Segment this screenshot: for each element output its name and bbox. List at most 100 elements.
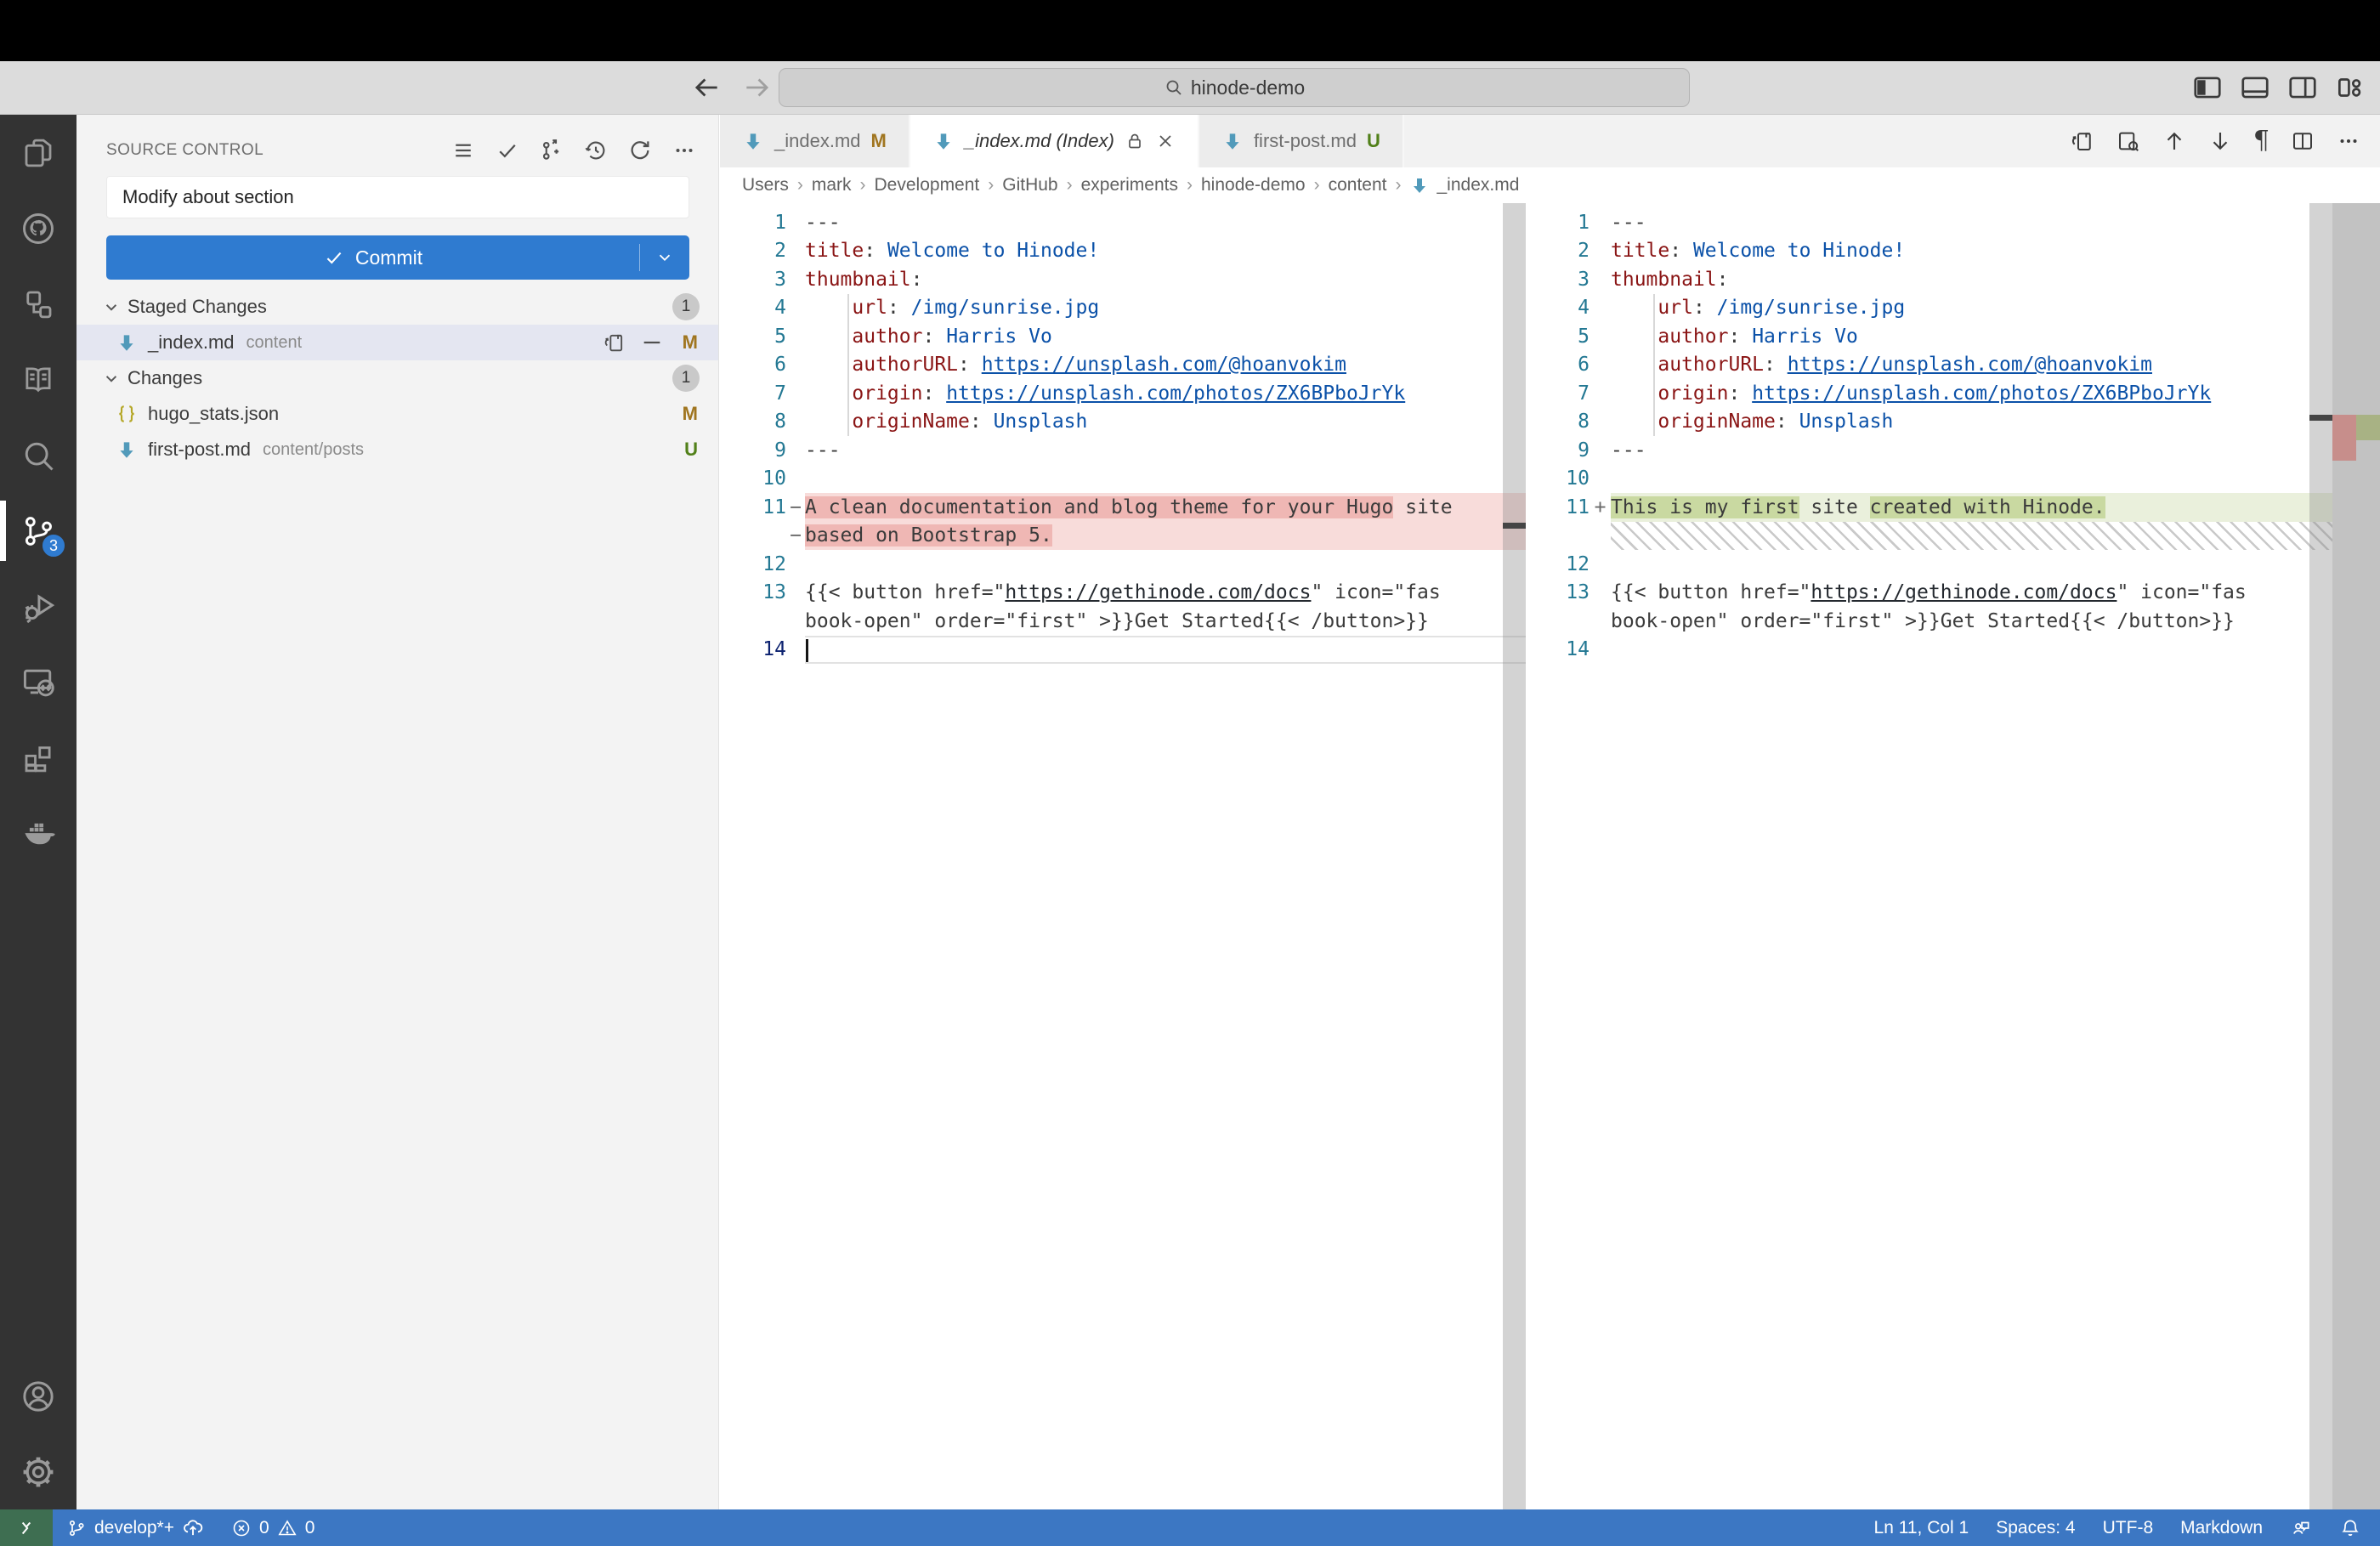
create-branch-icon[interactable]	[539, 138, 564, 163]
code-line[interactable]: 6 authorURL: https://unsplash.com/@hoanv…	[1538, 351, 2380, 380]
history-icon[interactable]	[583, 138, 609, 163]
view-as-list-icon[interactable]	[450, 138, 476, 163]
code-line[interactable]: 2title: Welcome to Hinode!	[1538, 237, 2380, 266]
code-line[interactable]: 13{{< button href="https://gethinode.com…	[1538, 579, 2380, 608]
next-change-icon[interactable]	[2207, 128, 2233, 154]
branch-status[interactable]: develop*+	[53, 1509, 218, 1546]
language-mode[interactable]: Markdown	[2167, 1518, 2276, 1538]
problems-status[interactable]: 0 0	[218, 1509, 328, 1546]
activity-search[interactable]	[0, 417, 76, 493]
open-file-icon[interactable]	[603, 331, 626, 354]
code-line[interactable]: 7 origin: https://unsplash.com/photos/ZX…	[1538, 379, 2380, 408]
activity-book[interactable]	[0, 342, 76, 417]
tab-index-md-diff[interactable]: _index.md (Index)	[910, 115, 1199, 167]
code-line[interactable]	[1538, 522, 2380, 551]
toggle-secondary-sidebar-icon[interactable]	[2286, 71, 2319, 104]
code-line[interactable]: 1---	[720, 208, 1526, 237]
open-file-icon[interactable]	[2070, 128, 2095, 154]
activity-github[interactable]	[0, 190, 76, 266]
commit-check-icon[interactable]	[495, 138, 520, 163]
commit-button[interactable]: Commit	[106, 235, 689, 280]
navigate-forward-icon[interactable]	[741, 71, 774, 104]
tab-first-post-md[interactable]: first-post.md U	[1199, 115, 1404, 167]
split-editor-icon[interactable]	[2290, 128, 2315, 154]
breadcrumb-item[interactable]: hinode-demo	[1201, 175, 1306, 195]
breadcrumb-item[interactable]: experiments	[1081, 175, 1178, 195]
activity-source-control[interactable]: 3	[0, 493, 76, 569]
breadcrumb-file[interactable]: _index.md	[1409, 175, 1519, 195]
more-actions-icon[interactable]	[672, 138, 697, 163]
breadcrumb-item[interactable]: GitHub	[1002, 175, 1057, 195]
indentation-setting[interactable]: Spaces: 4	[1982, 1518, 2088, 1538]
code-line[interactable]: 3thumbnail:	[720, 265, 1526, 294]
file-row-index-md[interactable]: _index.md content M	[76, 325, 718, 360]
activity-account[interactable]	[0, 1358, 76, 1434]
code-line[interactable]: 8 originName: Unsplash	[720, 408, 1526, 437]
file-row-hugo-stats[interactable]: hugo_stats.json M	[76, 396, 718, 432]
code-line[interactable]: 7 origin: https://unsplash.com/photos/ZX…	[720, 379, 1526, 408]
code-line[interactable]: 6 authorURL: https://unsplash.com/@hoanv…	[720, 351, 1526, 380]
breadcrumb-item[interactable]: mark	[812, 175, 852, 195]
code-line[interactable]: 4 url: /img/sunrise.jpg	[1538, 294, 2380, 323]
code-line[interactable]: 2title: Welcome to Hinode!	[720, 237, 1526, 266]
scrollbar[interactable]	[2309, 203, 2332, 1509]
toggle-primary-sidebar-icon[interactable]	[2191, 71, 2224, 104]
encoding-setting[interactable]: UTF-8	[2089, 1518, 2168, 1538]
activity-settings[interactable]	[0, 1434, 76, 1509]
code-line[interactable]: 1---	[1538, 208, 2380, 237]
activity-extensions[interactable]	[0, 720, 76, 796]
code-line[interactable]: 14	[1538, 636, 2380, 665]
remote-indicator[interactable]	[0, 1509, 53, 1546]
code-line[interactable]: 14	[720, 636, 1526, 665]
tab-index-md[interactable]: _index.md M	[720, 115, 910, 167]
activity-run-debug[interactable]	[0, 569, 76, 644]
group-changes[interactable]: Changes 1	[76, 360, 718, 396]
breadcrumb-item[interactable]: Development	[875, 175, 980, 195]
group-staged-changes[interactable]: Staged Changes 1	[76, 289, 718, 325]
unstage-changes-icon[interactable]	[640, 331, 664, 354]
scrollbar[interactable]	[1503, 203, 1526, 1509]
code-line[interactable]: 10	[1538, 465, 2380, 494]
activity-hierarchy[interactable]	[0, 266, 76, 342]
diff-original-pane[interactable]: 1---2title: Welcome to Hinode!3thumbnail…	[720, 203, 1526, 1509]
code-line[interactable]: 10	[720, 465, 1526, 494]
close-icon[interactable]	[1155, 131, 1176, 151]
code-line[interactable]: 4 url: /img/sunrise.jpg	[720, 294, 1526, 323]
code-line[interactable]: 13{{< button href="https://gethinode.com…	[720, 579, 1526, 608]
code-line[interactable]: 11−A clean documentation and blog theme …	[720, 493, 1526, 522]
activity-docker[interactable]	[0, 796, 76, 871]
code-line[interactable]: 5 author: Harris Vo	[1538, 322, 2380, 351]
commit-dropdown-button[interactable]	[640, 248, 689, 267]
breadcrumb[interactable]: Users›mark›Development›GitHub›experiment…	[720, 167, 2380, 203]
code-line[interactable]: 8 originName: Unsplash	[1538, 408, 2380, 437]
inline-view-icon[interactable]	[2116, 128, 2141, 154]
activity-explorer[interactable]	[0, 115, 76, 190]
code-line[interactable]: book-open" order="first" >}}Get Started{…	[1538, 607, 2380, 636]
code-line[interactable]: 12	[720, 550, 1526, 579]
notifications-button[interactable]	[2326, 1517, 2380, 1539]
code-line[interactable]: 5 author: Harris Vo	[720, 322, 1526, 351]
code-line[interactable]: 9---	[1538, 436, 2380, 465]
code-line[interactable]: 11+This is my first site created with Hi…	[1538, 493, 2380, 522]
more-actions-icon[interactable]	[2336, 128, 2361, 154]
code-line[interactable]: −based on Bootstrap 5.	[720, 522, 1526, 551]
refresh-icon[interactable]	[627, 138, 653, 163]
cursor-position[interactable]: Ln 11, Col 1	[1861, 1518, 1983, 1538]
previous-change-icon[interactable]	[2162, 128, 2187, 154]
breadcrumb-item[interactable]: content	[1329, 175, 1387, 195]
breadcrumb-item[interactable]: Users	[742, 175, 789, 195]
toggle-panel-icon[interactable]	[2239, 71, 2271, 104]
code-line[interactable]: 9---	[720, 436, 1526, 465]
commit-message-input[interactable]	[106, 176, 689, 218]
toggle-whitespace-icon[interactable]: ¶	[2253, 128, 2270, 154]
customize-layout-icon[interactable]	[2334, 71, 2366, 104]
navigate-back-icon[interactable]	[690, 71, 722, 104]
feedback-button[interactable]	[2276, 1517, 2326, 1539]
code-line[interactable]: book-open" order="first" >}}Get Started{…	[720, 607, 1526, 636]
code-line[interactable]: 3thumbnail:	[1538, 265, 2380, 294]
diff-modified-pane[interactable]: 1---2title: Welcome to Hinode!3thumbnail…	[1538, 203, 2380, 1509]
activity-remote-explorer[interactable]	[0, 644, 76, 720]
command-center-search[interactable]: hinode-demo	[779, 68, 1690, 107]
file-row-first-post[interactable]: first-post.md content/posts U	[76, 432, 718, 467]
code-line[interactable]: 12	[1538, 550, 2380, 579]
